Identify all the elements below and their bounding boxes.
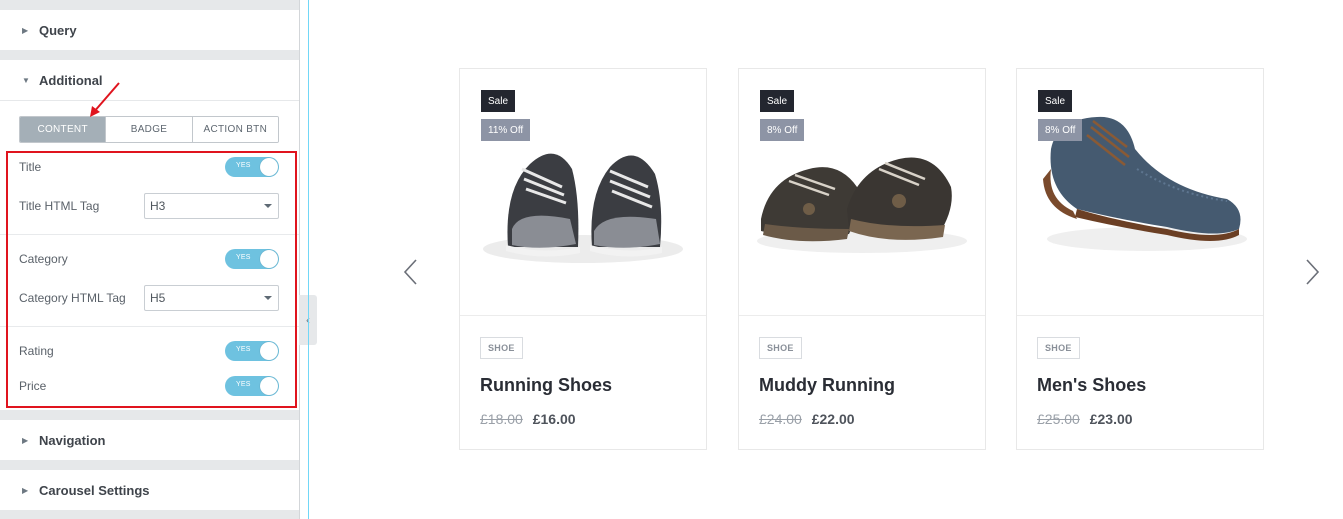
sale-badge: Sale [760,90,795,112]
tab-badge[interactable]: BADGE [105,117,192,142]
product-card[interactable]: Sale 11% Off SHOE Running Shoes £18.00 £… [459,68,707,450]
section-query-label: Query [39,22,77,38]
discount-badge: 11% Off [481,119,531,141]
product-card[interactable]: Sale 8% Off SHOE Muddy Running £24.00 £2… [738,68,986,450]
category-tag[interactable]: SHOE [480,337,523,359]
carousel-prev-arrow-icon[interactable] [399,252,423,292]
carousel-next-arrow-icon[interactable] [1300,252,1324,292]
tab-action-btn[interactable]: ACTION BTN [191,117,278,142]
product-title[interactable]: Men's Shoes [1037,375,1146,396]
product-title[interactable]: Muddy Running [759,375,895,396]
caret-right-icon: ▶ [22,435,29,445]
category-tag[interactable]: SHOE [1037,337,1080,359]
tab-group: CONTENT BADGE ACTION BTN [19,116,279,143]
preview-border [308,0,309,519]
product-title[interactable]: Running Shoes [480,375,612,396]
old-price: £25.00 [1037,411,1080,427]
discount-badge: 8% Off [1038,119,1083,141]
annotation-arrow-icon [90,82,120,117]
price-row: £24.00 £22.00 [759,411,855,427]
old-price: £18.00 [480,411,523,427]
old-price: £24.00 [759,411,802,427]
highlight-box [6,151,297,408]
section-navigation-label: Navigation [39,432,106,448]
section-query[interactable]: ▶ Query [0,10,299,50]
price-row: £18.00 £16.00 [480,411,576,427]
sale-badge: Sale [1038,90,1073,112]
sale-badge: Sale [481,90,516,112]
caret-right-icon: ▶ [22,485,29,495]
product-card[interactable]: Sale 8% Off SHOE Men's Shoes £25.00 £23.… [1016,68,1264,450]
section-additional[interactable]: ▼ Additional [0,60,299,100]
section-carousel-settings[interactable]: ▶ Carousel Settings [0,470,299,510]
section-carousel-label: Carousel Settings [39,482,150,498]
new-price: £16.00 [532,411,576,427]
tab-content[interactable]: CONTENT [20,117,106,142]
price-row: £25.00 £23.00 [1037,411,1133,427]
new-price: £23.00 [1089,411,1133,427]
caret-right-icon: ▶ [22,25,29,35]
editor-panel: ▶ Query ▼ Additional CONTENT BADGE ACTIO… [0,0,300,519]
caret-down-icon: ▼ [22,75,30,85]
new-price: £22.00 [811,411,855,427]
section-navigation[interactable]: ▶ Navigation [0,420,299,460]
discount-badge: 8% Off [760,119,805,141]
category-tag[interactable]: SHOE [759,337,802,359]
